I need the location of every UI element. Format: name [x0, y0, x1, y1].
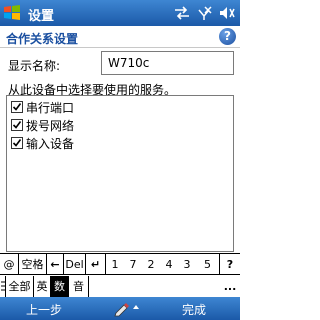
key-symbol[interactable]: @	[0, 254, 19, 275]
key-delete[interactable]: Del	[64, 254, 86, 275]
service-item-dialup-network[interactable]: 拨号网络	[11, 117, 74, 133]
system-tray	[174, 4, 236, 22]
key-digit[interactable]: 2	[142, 254, 160, 275]
input-panel-icon[interactable]	[110, 300, 142, 317]
app-title: 设置	[28, 9, 55, 24]
checkbox-input-device[interactable]	[11, 137, 23, 149]
display-name-label: 显示名称:	[8, 59, 61, 73]
help-icon[interactable]: ?	[219, 28, 236, 45]
page-title: 合作关系设置	[6, 32, 79, 46]
service-list[interactable]: 串行端口 拨号网络 输入设备	[6, 95, 234, 252]
display-name-input[interactable]	[101, 51, 234, 75]
connectivity-icon[interactable]	[174, 6, 190, 20]
page-header: 合作关系设置 ?	[0, 26, 240, 48]
service-label: 串行端口	[26, 100, 75, 115]
title-bar: 设置	[0, 0, 240, 26]
key-digit[interactable]: 1	[106, 254, 124, 275]
finish-softkey[interactable]: 完成	[182, 301, 206, 318]
key-mode-phonetic[interactable]: 音	[69, 276, 89, 297]
key-mode-english[interactable]: 英	[34, 276, 51, 297]
windows-flag-icon[interactable]	[3, 4, 21, 22]
key-enter[interactable]: ↵	[86, 254, 106, 275]
keyboard-row-1: @ 空格 ← Del ↵ 1 7 2 4 3 5 ?	[0, 254, 240, 275]
key-digit[interactable]: 7	[124, 254, 142, 275]
key-digit[interactable]: 5	[196, 254, 220, 275]
service-item-serial-port[interactable]: 串行端口	[11, 99, 74, 115]
keyboard-row-2: 全部 英 数 音 ...	[0, 276, 240, 297]
checkbox-dialup-network[interactable]	[11, 119, 23, 131]
service-label: 输入设备	[26, 136, 75, 151]
key-space[interactable]: 空格	[19, 254, 47, 275]
softkey-bar: 上一步 完成	[0, 297, 240, 320]
volume-icon[interactable]	[218, 5, 236, 21]
key-question[interactable]: ?	[220, 254, 240, 275]
key-digit[interactable]: 3	[178, 254, 196, 275]
key-more[interactable]: ...	[220, 276, 240, 297]
soft-keyboard: @ 空格 ← Del ↵ 1 7 2 4 3 5 ? 全部 英 数 音 ...	[0, 253, 240, 297]
back-softkey[interactable]: 上一步	[26, 301, 62, 318]
service-item-input-device[interactable]: 输入设备	[11, 135, 74, 151]
key-digit[interactable]: 4	[160, 254, 178, 275]
key-mode-all[interactable]: 全部	[6, 276, 34, 297]
service-label: 拨号网络	[26, 118, 75, 133]
key-backspace[interactable]: ←	[47, 254, 64, 275]
key-mode-number[interactable]: 数	[51, 276, 69, 297]
phone-signal-off-icon[interactable]	[196, 5, 212, 21]
checkbox-serial-port[interactable]	[11, 101, 23, 113]
